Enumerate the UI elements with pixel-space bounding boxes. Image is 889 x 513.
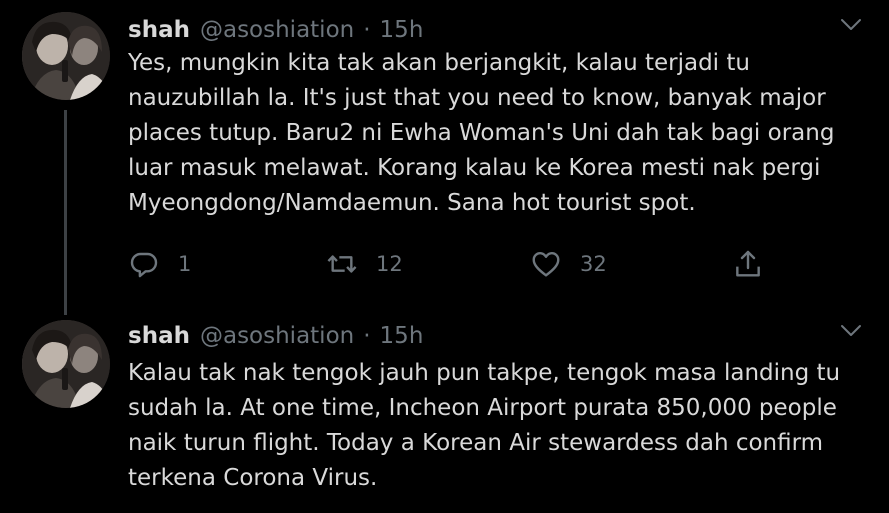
tweet-text: Yes, mungkin kita tak akan berjangkit, k…: [128, 50, 835, 216]
user-handle[interactable]: @asoshiation: [200, 323, 354, 349]
retweet-count: 12: [376, 252, 403, 276]
chevron-down-icon[interactable]: [839, 318, 863, 342]
separator-dot: ·: [363, 17, 371, 43]
thread-connector-line: [64, 110, 67, 315]
display-name[interactable]: shah: [128, 17, 190, 43]
like-icon: [532, 252, 560, 277]
reply-count: 1: [178, 252, 192, 276]
like-count: 32: [580, 252, 607, 276]
reply-button[interactable]: 1: [128, 244, 191, 284]
share-button[interactable]: [732, 244, 764, 284]
tweet-header: shah @asoshiation · 15h: [128, 10, 423, 50]
tweet-text: Kalau tak nak tengok jauh pun takpe, ten…: [128, 360, 841, 491]
chevron-down-icon[interactable]: [839, 12, 863, 36]
timestamp[interactable]: 15h: [380, 17, 424, 43]
retweet-button[interactable]: 12: [326, 244, 403, 284]
tweet[interactable]: shah @asoshiation · 15h Yes, mungkin kit…: [0, 0, 889, 315]
tweet-actions: 1 12 32: [128, 244, 768, 284]
tweet-feed: shah @asoshiation · 15h Yes, mungkin kit…: [0, 0, 889, 513]
retweet-icon: [327, 255, 357, 273]
avatar[interactable]: [22, 320, 110, 408]
reply-icon: [130, 252, 158, 278]
avatar-photo: [22, 12, 110, 100]
avatar-photo: [22, 320, 110, 408]
user-handle[interactable]: @asoshiation: [200, 17, 354, 43]
share-icon: [736, 250, 760, 277]
tweet-header: shah @asoshiation · 15h: [128, 316, 423, 356]
tweet[interactable]: shah @asoshiation · 15h Kalau tak nak te…: [0, 303, 889, 513]
like-button[interactable]: 32: [530, 244, 607, 284]
display-name[interactable]: shah: [128, 323, 190, 349]
timestamp[interactable]: 15h: [380, 323, 424, 349]
avatar[interactable]: [22, 12, 110, 100]
separator-dot: ·: [363, 323, 371, 349]
